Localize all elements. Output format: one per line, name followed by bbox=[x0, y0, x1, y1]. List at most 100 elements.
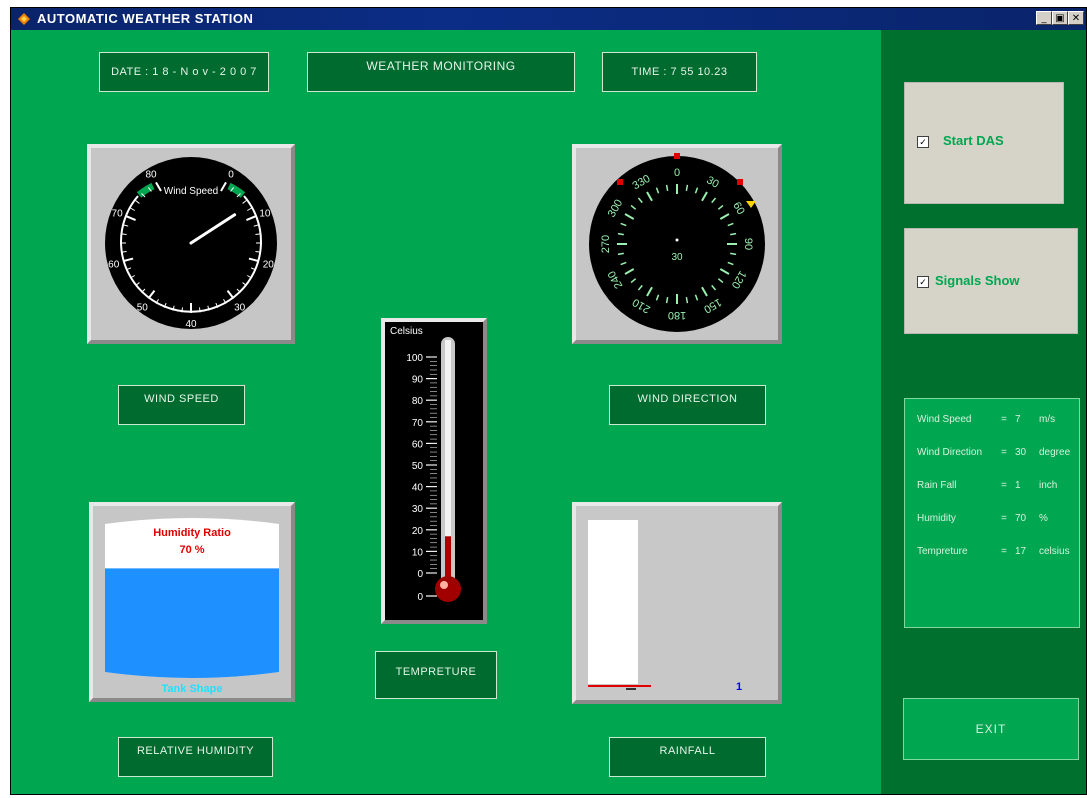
thermometer-tick-label: 100 bbox=[406, 353, 423, 364]
humidity-value: 70 % bbox=[179, 544, 204, 556]
readout-name: Wind Direction bbox=[917, 447, 983, 458]
readout-name: Humidity bbox=[917, 513, 956, 524]
wind-direction-panel: 0 30 60 90 120 150 180 210 240 270 300 330 30 bbox=[572, 144, 782, 344]
compass-tick bbox=[665, 297, 669, 304]
wind-speed-panel: 0 10 20 30 40 50 60 70 80 Wind Speed bbox=[87, 144, 295, 344]
gauge-tick bbox=[121, 233, 127, 236]
thermometer-tick-label: 70 bbox=[412, 418, 424, 429]
compass-marker bbox=[617, 179, 623, 185]
maximize-button[interactable]: ▣ bbox=[1052, 11, 1068, 25]
temperature-label: TEMPRETURE bbox=[375, 651, 497, 699]
readout-name: Rain Fall bbox=[917, 480, 957, 491]
readout-panel: Wind Speed = 7 m/s Wind Direction = 30 degree Ra… bbox=[904, 398, 1080, 628]
exit-button[interactable]: EXIT bbox=[903, 698, 1079, 760]
wind-direction-compass: 0306090120150180210240270300330 30 bbox=[589, 153, 765, 332]
wind-speed-label: WIND SPEED bbox=[118, 385, 245, 425]
humidity-tank: Humidity Ratio 70 % Tank Shape bbox=[105, 518, 279, 695]
readout-value: 7 bbox=[1015, 414, 1021, 425]
signals-show-checkbox[interactable]: ✓ bbox=[917, 276, 929, 288]
readout-unit: inch bbox=[1039, 480, 1058, 491]
signals-show-panel[interactable]: ✓ Signals Show bbox=[904, 228, 1078, 334]
gauge-tick-label: 30 bbox=[234, 302, 246, 313]
wind-speed-gauge: 0 10 20 30 40 50 60 70 80 Wind Speed bbox=[105, 157, 277, 330]
close-button[interactable]: ✕ bbox=[1068, 11, 1084, 25]
tank-shape-label: Tank Shape bbox=[162, 683, 223, 695]
compass-label: 270 bbox=[600, 235, 612, 253]
readout-value: 70 bbox=[1015, 513, 1027, 524]
compass-marker bbox=[674, 153, 680, 159]
compass-tick bbox=[685, 184, 689, 191]
gauge-tick-label: 80 bbox=[145, 170, 157, 181]
start-das-checkbox[interactable]: ✓ bbox=[917, 136, 929, 148]
readout-name: Tempreture bbox=[917, 546, 968, 557]
gauge-tick-label: 60 bbox=[108, 260, 120, 271]
compass-tick bbox=[685, 297, 689, 304]
rainfall-chart: 1 bbox=[576, 506, 778, 700]
readout-equals: = bbox=[1001, 414, 1007, 425]
compass-tick bbox=[617, 232, 624, 236]
checkmark-icon: ✓ bbox=[919, 277, 927, 287]
humidity-panel: Humidity Ratio 70 % Tank Shape bbox=[89, 502, 295, 702]
readout-equals: = bbox=[1001, 480, 1007, 491]
date-display: DATE : 1 8 - N o v - 2 0 0 7 bbox=[99, 52, 269, 92]
rainfall-bar bbox=[588, 520, 638, 684]
thermometer-tick-label: 90 bbox=[412, 375, 424, 386]
humidity-title: Humidity Ratio bbox=[153, 527, 231, 539]
gauge-tick bbox=[255, 250, 261, 253]
signals-show-label[interactable]: Signals Show bbox=[935, 273, 1020, 288]
thermometer-tick-label: 10 bbox=[412, 547, 424, 558]
thermometer-tick-label: 80 bbox=[412, 396, 424, 407]
readout-unit: degree bbox=[1039, 447, 1071, 458]
compass-tick bbox=[617, 252, 624, 256]
checkmark-icon: ✓ bbox=[919, 137, 927, 147]
rainfall-label: RAINFALL bbox=[609, 737, 766, 777]
title-bar: AUTOMATIC WEATHER STATION _ ▣ ✕ bbox=[11, 8, 1086, 30]
main-title: WEATHER MONITORING bbox=[307, 52, 575, 92]
wind-speed-title: Wind Speed bbox=[164, 186, 218, 197]
compass-marker bbox=[737, 179, 743, 185]
thermometer: Celsius 10090807060504030201000 bbox=[385, 322, 483, 620]
thermometer-tick-label: 20 bbox=[412, 526, 424, 537]
compass-tick bbox=[730, 252, 737, 256]
readout-value: 17 bbox=[1015, 546, 1027, 557]
gauge-tick bbox=[121, 250, 127, 253]
gauge-tick-label: 20 bbox=[263, 260, 275, 271]
readout-unit: celsius bbox=[1039, 546, 1070, 557]
app-window: AUTOMATIC WEATHER STATION _ ▣ ✕ DATE : 1… bbox=[10, 7, 1087, 795]
readout-equals: = bbox=[1001, 447, 1007, 458]
gauge-tick-label: 50 bbox=[137, 302, 149, 313]
readout-equals: = bbox=[1001, 513, 1007, 524]
thermometer-tick-label: 50 bbox=[412, 461, 424, 472]
readout-unit: % bbox=[1039, 513, 1048, 524]
thermometer-tick-label: 60 bbox=[412, 439, 424, 450]
app-icon bbox=[18, 13, 30, 25]
compass-center-value: 30 bbox=[671, 252, 683, 263]
thermometer-tick-label: 30 bbox=[412, 504, 424, 515]
compass-label: 180 bbox=[668, 309, 686, 321]
thermometer-unit: Celsius bbox=[390, 326, 423, 337]
compass-label: 0 bbox=[674, 167, 680, 179]
readout-equals: = bbox=[1001, 546, 1007, 557]
thermometer-tick-label: 0 bbox=[417, 569, 423, 580]
thermometer-panel: Celsius 100 90 80 70 60 50 40 30 20 10 0 0 bbox=[381, 318, 487, 624]
rainfall-value: 1 bbox=[736, 681, 742, 693]
readout-name: Wind Speed bbox=[917, 414, 972, 425]
window-title: AUTOMATIC WEATHER STATION bbox=[37, 11, 254, 26]
gauge-tick-label: 70 bbox=[112, 208, 124, 219]
readout-value: 1 bbox=[1015, 480, 1021, 491]
gauge-tick-label: 40 bbox=[185, 319, 197, 330]
start-das-label[interactable]: Start DAS bbox=[943, 133, 1004, 148]
gauge-tick bbox=[198, 307, 201, 313]
start-das-panel[interactable]: ✓ Start DAS bbox=[904, 82, 1064, 204]
readout-unit: m/s bbox=[1039, 414, 1056, 425]
wind-direction-label: WIND DIRECTION bbox=[609, 385, 766, 425]
compass-tick bbox=[665, 184, 669, 191]
relative-humidity-label: RELATIVE HUMIDITY bbox=[118, 737, 273, 777]
thermometer-tick-label: 0 bbox=[417, 592, 423, 603]
gauge-tick bbox=[255, 233, 261, 236]
rainfall-panel: 1 bbox=[572, 502, 782, 704]
minimize-button[interactable]: _ bbox=[1036, 11, 1052, 25]
time-display: TIME : 7 55 10.23 bbox=[602, 52, 757, 92]
gauge-tick-label: 10 bbox=[259, 208, 271, 219]
gauge-tick bbox=[181, 307, 184, 313]
